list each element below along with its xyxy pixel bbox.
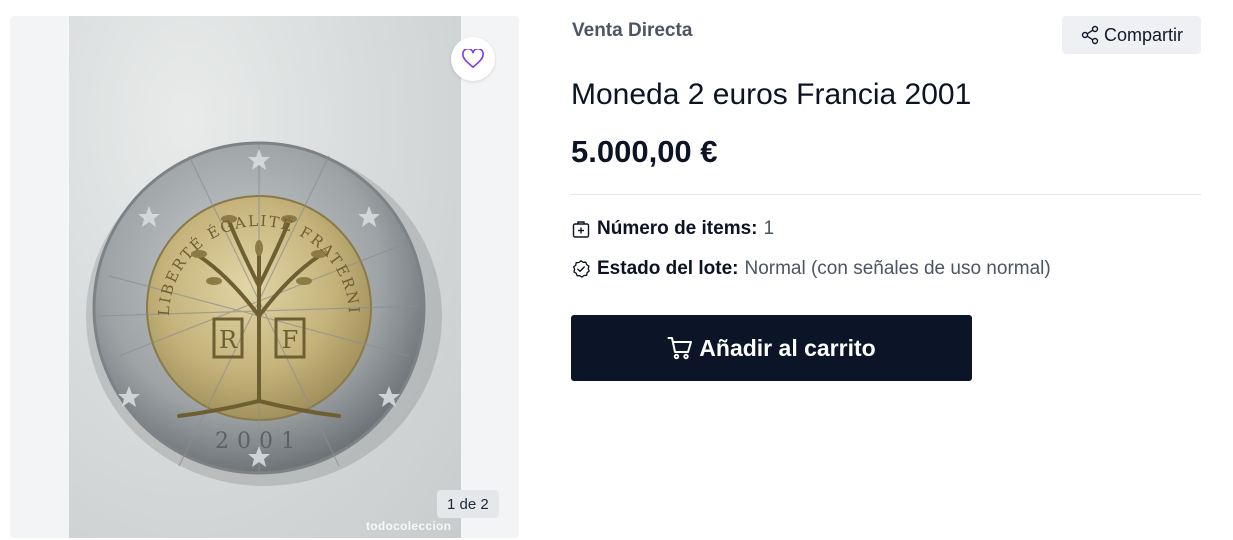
lot-state-row: Estado del lote: Normal (con señales de … bbox=[571, 258, 1051, 280]
cart-icon bbox=[667, 337, 693, 360]
product-price: 5.000,00 € bbox=[571, 134, 718, 169]
share-button[interactable]: Compartir bbox=[1062, 16, 1201, 54]
items-count-label: Número de items: bbox=[597, 218, 758, 239]
coin-illustration: R F LIBERTÉ ÉGALITÉ FRATERNITÉ 2001 bbox=[69, 16, 442, 486]
lot-state-value: Normal (con señales de uso normal) bbox=[744, 258, 1051, 279]
image-counter: 1 de 2 bbox=[437, 490, 499, 518]
lot-state-label: Estado del lote: bbox=[597, 258, 739, 279]
product-title: Moneda 2 euros Francia 2001 bbox=[571, 78, 972, 111]
add-to-cart-button[interactable]: Añadir al carrito bbox=[571, 315, 972, 381]
product-gallery: R F LIBERTÉ ÉGALITÉ FRATERNITÉ 2001 todo… bbox=[10, 16, 519, 538]
items-count-row: Número de items: 1 bbox=[571, 218, 774, 240]
svg-text:R: R bbox=[219, 326, 238, 354]
share-label: Compartir bbox=[1103, 24, 1183, 45]
share-icon bbox=[1081, 25, 1099, 45]
favorite-button[interactable] bbox=[451, 37, 495, 81]
watermark: todocoleccion bbox=[366, 519, 452, 533]
sale-type-label: Venta Directa bbox=[572, 20, 693, 41]
svg-text:F: F bbox=[282, 326, 299, 354]
divider bbox=[571, 194, 1201, 195]
heart-outline-icon bbox=[462, 49, 484, 68]
product-image[interactable]: R F LIBERTÉ ÉGALITÉ FRATERNITÉ 2001 todo… bbox=[69, 16, 461, 538]
badge-check-icon bbox=[572, 260, 590, 278]
box-plus-icon bbox=[572, 221, 590, 238]
add-to-cart-label: Añadir al carrito bbox=[699, 334, 876, 361]
items-count-value: 1 bbox=[763, 218, 775, 239]
coin-year: 2001 bbox=[215, 429, 303, 454]
